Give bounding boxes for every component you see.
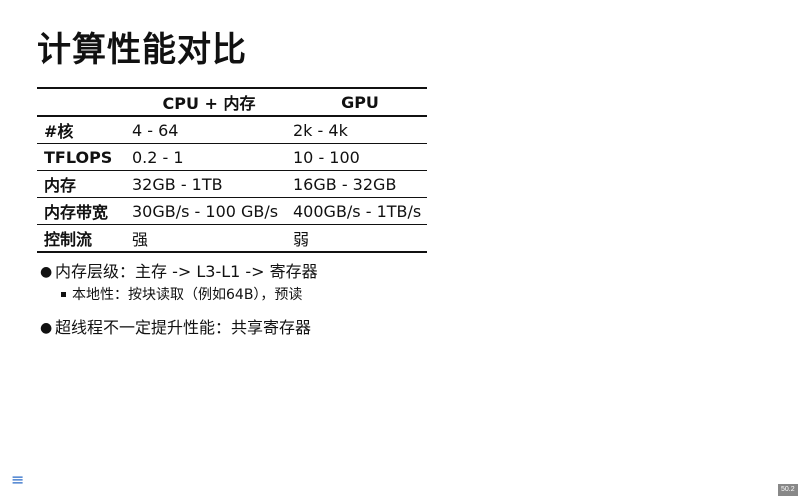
menu-icon[interactable]: ≡	[11, 472, 24, 488]
cpu-cell: 强	[132, 230, 149, 249]
table-row: 内存带宽 30GB/s - 100 GB/s 400GB/s - 1TB/s	[37, 197, 427, 225]
table-row: 内存 32GB - 1TB 16GB - 32GB	[37, 170, 427, 198]
slide-title: 计算性能对比	[37, 30, 247, 70]
header-cpu: CPU + 内存	[125, 88, 286, 117]
row-label: 控制流	[44, 230, 93, 249]
page-number-badge: 50.2	[778, 484, 798, 496]
row-label: 内存带宽	[37, 197, 125, 225]
comparison-table: CPU + 内存 GPU #核 4 - 64 2k - 4k TFLOPS 0.…	[37, 87, 427, 253]
bullet-text: 内存层级：主存 -> L3-L1 -> 寄存器	[55, 262, 318, 281]
cpu-cell: 32GB - 1TB	[125, 170, 286, 198]
bullet-square-icon	[61, 292, 66, 297]
row-label: TFLOPS	[37, 143, 125, 171]
bullet-item: ● 超线程不一定提升性能：共享寄存器	[40, 317, 318, 339]
cpu-cell: 30GB/s - 100 GB/s	[125, 197, 286, 225]
table-row: TFLOPS 0.2 - 1 10 - 100	[37, 143, 427, 171]
sub-bullet-text: 本地性：按块读取（例如64B），预读	[72, 287, 303, 303]
table-row: #核 4 - 64 2k - 4k	[37, 116, 427, 144]
table-row: 控制流 强 弱	[37, 225, 427, 253]
sub-bullet-list: 本地性：按块读取（例如64B），预读	[55, 284, 318, 306]
gpu-cell: 弱	[293, 230, 310, 249]
cpu-cell: 0.2 - 1	[125, 143, 286, 171]
row-label: #核	[37, 116, 125, 144]
bullet-item: ● 内存层级：主存 -> L3-L1 -> 寄存器 本地性：按块读取（例如64B…	[40, 261, 318, 306]
bullet-list: ● 内存层级：主存 -> L3-L1 -> 寄存器 本地性：按块读取（例如64B…	[40, 261, 318, 339]
sub-bullet-item: 本地性：按块读取（例如64B），预读	[61, 284, 318, 306]
bullet-dot-icon: ●	[40, 320, 53, 336]
gpu-cell: 400GB/s - 1TB/s	[286, 197, 427, 225]
header-empty	[37, 88, 125, 117]
cpu-cell: 4 - 64	[125, 116, 286, 144]
row-label: 内存	[37, 170, 125, 198]
gpu-cell: 2k - 4k	[286, 116, 427, 144]
bullet-dot-icon: ●	[40, 264, 53, 280]
table-header-row: CPU + 内存 GPU	[37, 88, 427, 117]
header-gpu: GPU	[286, 88, 427, 117]
gpu-cell: 10 - 100	[286, 143, 427, 171]
gpu-cell: 16GB - 32GB	[286, 170, 427, 198]
bullet-text: 超线程不一定提升性能：共享寄存器	[55, 318, 312, 337]
